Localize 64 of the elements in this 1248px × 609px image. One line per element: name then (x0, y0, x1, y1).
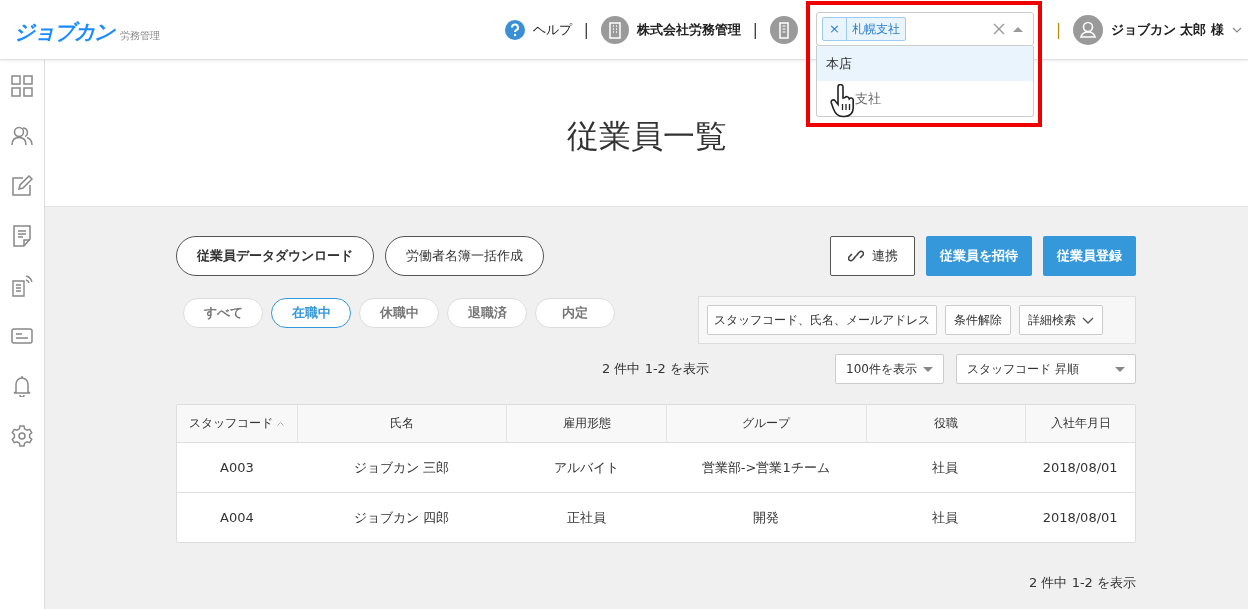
result-count: 2 件中 1-2 を表示 (1029, 574, 1136, 592)
column-header[interactable]: スタッフコード (177, 405, 297, 442)
bell-icon[interactable] (11, 375, 33, 397)
result-count: 2 件中 1-2 を表示 (602, 360, 709, 378)
status-filter-tab[interactable]: 内定 (535, 298, 615, 328)
logo-subtitle: 労務管理 (120, 28, 160, 43)
column-header[interactable]: 雇用形態 (506, 405, 666, 442)
dashboard-icon[interactable] (11, 75, 33, 97)
outline-button[interactable]: 従業員データダウンロード (176, 236, 374, 276)
sort-select[interactable]: スタッフコード 昇順 (956, 354, 1136, 384)
building-icon (600, 15, 629, 44)
id-card-icon[interactable] (11, 325, 33, 347)
status-filter-tab[interactable]: すべて (183, 298, 263, 328)
caret-icon (923, 366, 933, 372)
separator: | (583, 20, 589, 39)
advanced-search-button[interactable]: 詳細検索 (1019, 305, 1103, 335)
company-name[interactable]: 株式会社労務管理 (636, 20, 741, 39)
table-cell-text: 営業部->営業1チーム (700, 458, 831, 477)
table-cell-text: 正社員 (565, 508, 607, 527)
link-icon (847, 248, 864, 264)
help-icon[interactable] (504, 19, 525, 40)
table-cell-text: 開発 (751, 508, 780, 527)
table-cell-text: A003 (219, 459, 255, 477)
table-cell-text: ジョブカン 四郎 (352, 508, 451, 527)
page-title: 従業員一覧 (566, 116, 727, 157)
avatar-icon[interactable] (1072, 14, 1103, 45)
search-field[interactable]: スタッフコード、氏名、メールアドレス (707, 305, 937, 335)
chevron-down-icon (1082, 316, 1094, 324)
outline-button[interactable]: 労働者名簿一括作成 (385, 236, 544, 276)
link-button[interactable]: 連携 (830, 236, 915, 276)
document-icon[interactable] (11, 225, 33, 247)
column-header[interactable]: グループ (666, 405, 866, 442)
office-select[interactable]: × 札幌支社 (815, 11, 1034, 46)
document-broadcast-icon[interactable] (11, 275, 33, 297)
users-icon[interactable] (11, 125, 33, 147)
caret-icon[interactable] (1012, 25, 1023, 32)
table-cell-text: 2018/08/01 (1041, 509, 1119, 527)
separator: | (752, 20, 758, 39)
help-link[interactable]: ヘルプ (532, 20, 572, 39)
user-name[interactable]: ジョブカン 太郎 様 (1110, 20, 1224, 39)
table-cell-text: ジョブカン 三郎 (352, 458, 451, 477)
table-cell-text: 社員 (931, 458, 960, 477)
settings-icon[interactable] (11, 425, 33, 447)
building-icon (769, 15, 798, 44)
clear-icon[interactable] (992, 22, 1005, 35)
dropdown-option[interactable]: 支社 (816, 80, 1033, 116)
tag-remove-button[interactable]: × (822, 17, 847, 40)
table-cell-text: アルバイト (552, 458, 620, 477)
table-cell-text: A004 (219, 509, 255, 527)
status-filter-tab[interactable]: 退職済 (447, 298, 527, 328)
dropdown-option[interactable]: 本店 (816, 45, 1033, 81)
per-page-select[interactable]: 100件を表示 (835, 354, 944, 384)
column-header[interactable]: 役職 (865, 405, 1026, 442)
column-header[interactable]: 入社年月日 (1025, 405, 1135, 442)
table-cell-text: 社員 (931, 508, 960, 527)
clear-conditions-button[interactable]: 条件解除 (945, 305, 1011, 335)
edit-icon[interactable] (11, 175, 33, 197)
office-tag: 札幌支社 (846, 17, 905, 40)
status-filter-tab[interactable]: 休職中 (359, 298, 439, 328)
caret-icon (1115, 366, 1125, 372)
table-cell-text: 2018/08/01 (1041, 459, 1119, 477)
column-header[interactable]: 氏名 (296, 405, 507, 442)
chevron-down-icon[interactable] (1232, 26, 1242, 33)
separator: | (1055, 20, 1061, 39)
